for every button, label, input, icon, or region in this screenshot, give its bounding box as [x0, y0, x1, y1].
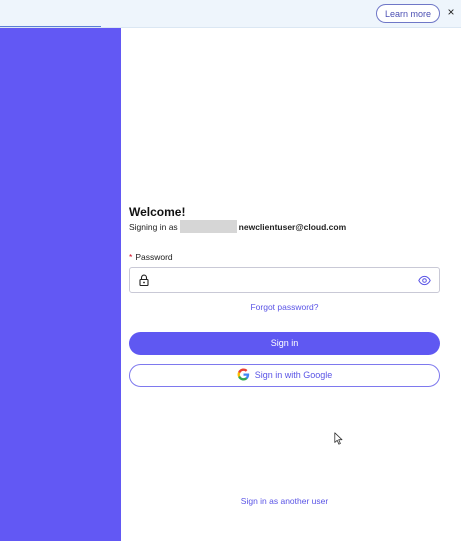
banner-accent-line — [0, 26, 101, 27]
brand-sidebar — [0, 28, 121, 541]
sign-in-as-another-user-link[interactable]: Sign in as another user — [129, 496, 440, 506]
signing-in-prefix: Signing in as — [129, 222, 178, 232]
sign-in-button[interactable]: Sign in — [129, 332, 440, 355]
forgot-password-link[interactable]: Forgot password? — [129, 302, 440, 312]
signing-in-email: newclientuser@cloud.com — [238, 222, 347, 232]
password-input[interactable] — [129, 267, 440, 293]
sign-in-with-google-button[interactable]: Sign in with Google — [129, 364, 440, 387]
signing-in-as-text: Signing in as newclientuser@cloud.com — [129, 220, 346, 233]
top-banner: Learn more × — [0, 0, 461, 28]
welcome-heading: Welcome! — [129, 205, 186, 219]
google-logo-icon — [237, 368, 249, 381]
password-label: * Password — [129, 252, 173, 262]
password-label-text: Password — [135, 252, 173, 262]
eye-icon[interactable] — [418, 275, 431, 286]
mouse-cursor-icon — [334, 432, 343, 445]
close-icon[interactable]: × — [444, 5, 458, 19]
redacted-email-part — [179, 220, 237, 233]
required-marker: * — [129, 252, 133, 262]
learn-more-button[interactable]: Learn more — [375, 4, 440, 23]
lock-icon — [139, 274, 149, 286]
google-button-label: Sign in with Google — [254, 370, 333, 380]
